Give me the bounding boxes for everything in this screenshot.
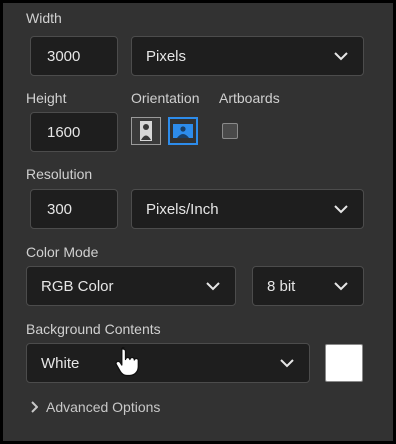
artboards-label: Artboards: [219, 90, 280, 106]
resolution-input[interactable]: 300: [30, 189, 118, 229]
bit-depth-value: 8 bit: [267, 277, 296, 295]
background-contents-dropdown[interactable]: White: [26, 343, 310, 383]
width-input[interactable]: 3000: [30, 36, 118, 76]
chevron-down-icon: [206, 282, 220, 291]
landscape-orientation-button[interactable]: [168, 117, 198, 145]
width-unit-dropdown[interactable]: Pixels: [131, 36, 364, 76]
chevron-down-icon: [334, 52, 348, 61]
bit-depth-dropdown[interactable]: 8 bit: [252, 266, 364, 306]
hand-cursor-icon: [115, 347, 139, 377]
resolution-unit-value: Pixels/Inch: [146, 200, 219, 218]
width-unit-value: Pixels: [146, 47, 187, 65]
height-input[interactable]: 1600: [30, 112, 118, 152]
orientation-label: Orientation: [131, 90, 200, 106]
advanced-options-label: Advanced Options: [46, 399, 161, 415]
chevron-down-icon: [334, 205, 348, 214]
chevron-down-icon: [280, 359, 294, 368]
resolution-label: Resolution: [26, 166, 93, 182]
color-mode-dropdown[interactable]: RGB Color: [26, 266, 236, 306]
new-document-settings-panel: Width 3000 Pixels Height 1600 Orientatio…: [3, 3, 393, 441]
advanced-options-toggle[interactable]: Advanced Options: [30, 399, 160, 415]
resolution-unit-dropdown[interactable]: Pixels/Inch: [131, 189, 364, 229]
artboards-checkbox[interactable]: [222, 123, 238, 139]
width-label: Width: [26, 10, 62, 26]
landscape-icon: [173, 124, 193, 138]
background-contents-value: White: [41, 354, 80, 372]
chevron-down-icon: [334, 282, 348, 291]
height-label: Height: [26, 90, 67, 106]
color-mode-value: RGB Color: [41, 277, 114, 295]
background-contents-label: Background Contents: [26, 321, 161, 337]
chevron-right-icon: [31, 401, 38, 413]
color-mode-label: Color Mode: [26, 244, 99, 260]
portrait-orientation-button[interactable]: [131, 117, 161, 145]
background-color-swatch[interactable]: [325, 344, 363, 382]
portrait-icon: [140, 121, 152, 141]
